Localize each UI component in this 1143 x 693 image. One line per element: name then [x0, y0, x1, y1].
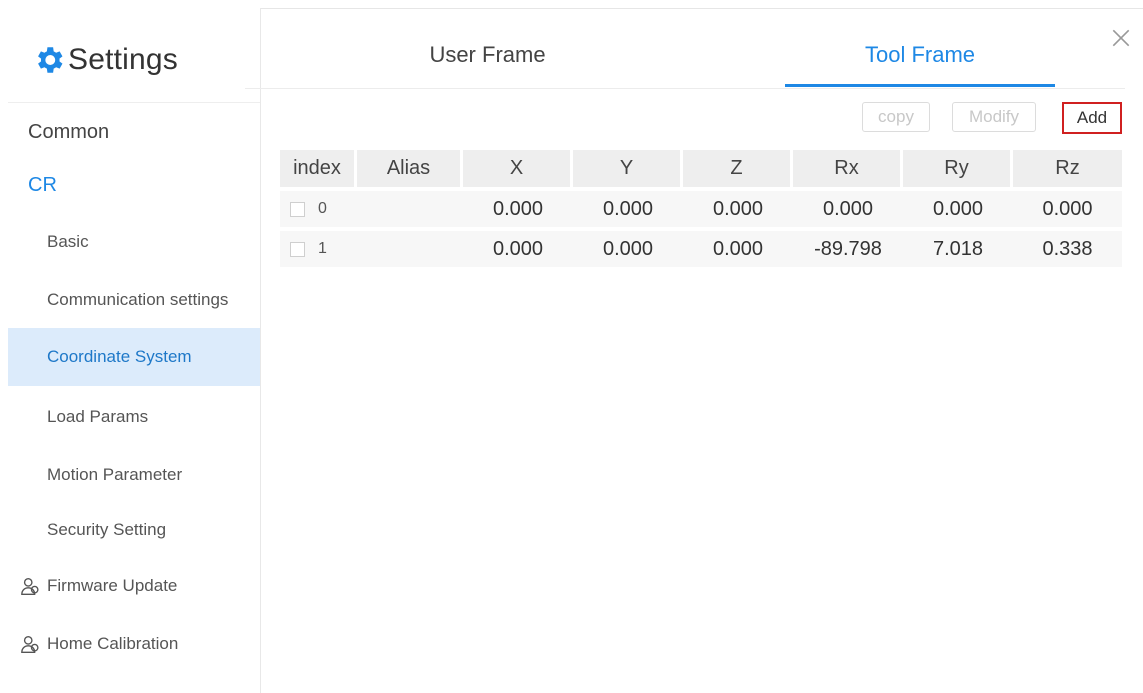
- column-header-rx: Rx: [793, 150, 900, 187]
- divider: [8, 102, 260, 103]
- table-header: index Alias X Y Z Rx Ry Rz: [280, 150, 1122, 187]
- table-row[interactable]: 0 0.000 0.000 0.000 0.000 0.000 0.000: [280, 191, 1122, 227]
- sidebar-header: Settings: [32, 38, 178, 82]
- sidebar-item-security-setting[interactable]: Security Setting: [8, 501, 260, 559]
- sidebar-item-label: Coordinate System: [47, 347, 192, 366]
- copy-button[interactable]: copy: [862, 102, 930, 132]
- sidebar-item-label: Communication settings: [47, 290, 229, 309]
- tab-user-frame[interactable]: User Frame: [365, 38, 610, 86]
- y-cell: 0.000: [602, 237, 654, 260]
- z-cell: 0.000: [712, 237, 764, 260]
- column-header-x: X: [463, 150, 570, 187]
- add-button[interactable]: Add: [1062, 102, 1122, 134]
- index-value: 0: [318, 200, 327, 217]
- sidebar-item-communication-settings[interactable]: Communication settings: [8, 271, 260, 329]
- gear-icon: [38, 47, 63, 73]
- modify-button[interactable]: Modify: [952, 102, 1036, 132]
- column-header-z: Z: [683, 150, 790, 187]
- ry-cell: 7.018: [932, 237, 984, 260]
- column-header-ry: Ry: [903, 150, 1010, 187]
- z-cell: 0.000: [712, 197, 764, 220]
- column-header-rz: Rz: [1013, 150, 1122, 187]
- row-checkbox[interactable]: [290, 201, 305, 217]
- ry-cell: 0.000: [932, 197, 984, 220]
- sidebar-item-common[interactable]: Common: [8, 110, 260, 154]
- sidebar-item-coordinate-system[interactable]: Coordinate System: [8, 328, 260, 386]
- sidebar-item-label: Firmware Update: [47, 576, 178, 595]
- sidebar-item-label: Motion Parameter: [47, 465, 183, 484]
- row-checkbox[interactable]: [290, 241, 305, 257]
- index-value: 1: [318, 240, 327, 257]
- x-cell: 0.000: [492, 197, 544, 220]
- column-header-alias: Alias: [357, 150, 460, 187]
- y-cell: 0.000: [602, 197, 654, 220]
- user-icon: [21, 577, 39, 595]
- sidebar-title: Settings: [68, 43, 178, 76]
- sidebar: Settings Common CR Basic Communication s…: [8, 8, 261, 693]
- sidebar-item-basic[interactable]: Basic: [8, 213, 260, 271]
- rx-cell: 0.000: [822, 197, 874, 220]
- sidebar-item-label: Basic: [47, 232, 89, 251]
- user-icon: [21, 635, 39, 653]
- sidebar-item-firmware-update[interactable]: Firmware Update: [8, 564, 260, 608]
- sidebar-item-home-calibration[interactable]: Home Calibration: [8, 622, 260, 666]
- index-cell: 0: [280, 200, 357, 218]
- table-row[interactable]: 1 0.000 0.000 0.000 -89.798 7.018 0.338: [280, 231, 1122, 267]
- sidebar-item-label: Load Params: [47, 407, 149, 426]
- rz-cell: 0.000: [1042, 197, 1093, 220]
- x-cell: 0.000: [492, 237, 544, 260]
- rx-cell: -89.798: [814, 237, 882, 260]
- sidebar-item-load-params[interactable]: Load Params: [8, 388, 260, 446]
- sidebar-item-label: Security Setting: [47, 520, 167, 539]
- tab-bar: User Frame Tool Frame: [245, 20, 1125, 89]
- tool-frame-table: index Alias X Y Z Rx Ry Rz 0 0.000 0.000…: [280, 150, 1122, 267]
- rz-cell: 0.338: [1042, 237, 1093, 260]
- sidebar-item-label: CR: [28, 173, 57, 196]
- sidebar-item-motion-parameter[interactable]: Motion Parameter: [8, 446, 260, 504]
- sidebar-item-cr[interactable]: CR: [8, 163, 260, 207]
- sidebar-item-label: Home Calibration: [47, 634, 179, 653]
- sidebar-item-label: Common: [28, 120, 110, 143]
- column-header-index: index: [280, 150, 354, 187]
- tab-tool-frame[interactable]: Tool Frame: [785, 38, 1055, 87]
- index-cell: 1: [280, 240, 357, 258]
- column-header-y: Y: [573, 150, 680, 187]
